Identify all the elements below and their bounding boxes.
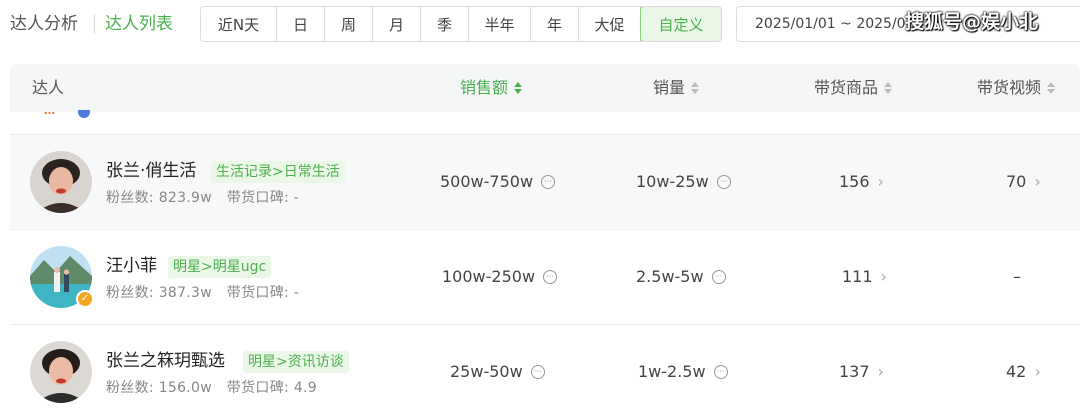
sort-icon[interactable] — [691, 82, 700, 94]
range-promotion[interactable]: 大促 — [579, 7, 641, 41]
category-tag: 明星>明星ugc — [168, 256, 272, 278]
more-icon[interactable]: ··· — [716, 175, 731, 189]
more-icon[interactable]: ··· — [541, 175, 556, 189]
sales-amount-cell: 500w-750w ··· — [440, 170, 556, 194]
influencer-meta: 粉丝数: 156.0w 带货口碑: 4.9 — [106, 378, 317, 398]
rating-label: 带货口碑: — [226, 285, 290, 301]
products-value: 111 — [842, 267, 873, 286]
column-sales-volume[interactable]: 销量 — [653, 76, 700, 100]
range-quarter[interactable]: 季 — [421, 7, 469, 41]
range-day[interactable]: 日 — [277, 7, 325, 41]
top-bar: 达人分析 达人列表 近N天 日 周 月 季 半年 年 大促 自定义 2025/0… — [0, 0, 1080, 48]
sort-icon[interactable] — [884, 82, 893, 94]
range-month[interactable]: 月 — [373, 7, 421, 41]
more-icon[interactable]: ··· — [713, 365, 728, 379]
followers-value: 823.9w — [158, 190, 213, 206]
chevron-right-icon[interactable]: › — [1034, 360, 1040, 384]
table-row[interactable]: 张兰之箖玥甄选 明星>资讯访谈 粉丝数: 156.0w 带货口碑: 4.9 25… — [10, 324, 1080, 418]
videos-cell[interactable]: 42 › — [1006, 360, 1041, 384]
sales-amount-value: 100w-250w — [442, 267, 536, 286]
table-row[interactable]: 张兰·俏生活 生活记录>日常生活 粉丝数: 823.9w 带货口碑: - 500… — [10, 134, 1080, 228]
verified-badge-icon: ✓ — [76, 290, 94, 308]
sort-icon[interactable] — [514, 82, 523, 94]
videos-value: 42 — [1006, 362, 1027, 381]
chevron-right-icon[interactable]: › — [881, 265, 887, 289]
column-sales-volume-label: 销量 — [653, 78, 686, 97]
more-icon[interactable]: ··· — [530, 365, 545, 379]
column-videos-label: 带货视频 — [977, 78, 1042, 97]
watermark: 搜狐号@娱小北 — [905, 11, 1039, 33]
category-tag: 明星>资讯访谈 — [243, 351, 349, 373]
sales-volume-value: 2.5w-5w — [636, 267, 704, 286]
column-influencer: 达人 — [32, 76, 64, 100]
verified-dot-icon — [78, 110, 90, 118]
rating-value: - — [293, 190, 300, 206]
products-cell[interactable]: 137 › — [839, 360, 884, 384]
influencer-meta: 粉丝数: 387.3w 带货口碑: - — [106, 283, 299, 303]
sales-amount-cell: 100w-250w ··· — [442, 265, 558, 289]
followers-label: 粉丝数: — [106, 285, 154, 301]
column-influencer-label: 达人 — [32, 78, 65, 97]
column-products[interactable]: 带货商品 — [814, 76, 893, 100]
range-recent-n-days[interactable]: 近N天 — [201, 7, 277, 41]
products-value: 137 — [839, 362, 870, 381]
column-products-label: 带货商品 — [814, 78, 879, 97]
column-sales-amount[interactable]: 销售额 — [460, 76, 523, 100]
table-row[interactable]: ✓ 汪小菲 明星>明星ugc 粉丝数: 387.3w 带货口碑: - 100w-… — [10, 229, 1080, 323]
table-header: 达人 销售额 销量 带货商品 带货视频 — [10, 64, 1080, 112]
sales-volume-value: 10w-25w — [636, 172, 709, 191]
videos-value: 70 — [1006, 172, 1027, 191]
videos-cell: – — [1013, 265, 1021, 289]
chevron-right-icon[interactable]: › — [878, 360, 884, 384]
sales-amount-value: 500w-750w — [440, 172, 534, 191]
partial-row-logo-text: … — [44, 110, 55, 117]
chevron-right-icon[interactable]: › — [878, 170, 884, 194]
influencer-name[interactable]: 张兰之箖玥甄选 — [106, 349, 225, 373]
breadcrumb-divider — [94, 14, 95, 34]
range-custom[interactable]: 自定义 — [640, 7, 721, 41]
rating-value: - — [293, 285, 300, 301]
avatar[interactable] — [30, 151, 92, 213]
rating-label: 带货口碑: — [226, 190, 290, 206]
range-half-year[interactable]: 半年 — [469, 7, 531, 41]
products-cell[interactable]: 156 › — [839, 170, 884, 194]
influencer-meta: 粉丝数: 823.9w 带货口碑: - — [106, 188, 299, 208]
videos-value: – — [1013, 267, 1021, 286]
sales-amount-value: 25w-50w — [450, 362, 523, 381]
partial-row-logo: … — [44, 110, 94, 120]
range-year[interactable]: 年 — [531, 7, 579, 41]
chevron-right-icon[interactable]: › — [1034, 170, 1040, 194]
sales-volume-cell: 10w-25w ··· — [636, 170, 731, 194]
column-videos[interactable]: 带货视频 — [977, 76, 1056, 100]
followers-label: 粉丝数: — [106, 190, 154, 206]
videos-cell[interactable]: 70 › — [1006, 170, 1041, 194]
date-range-selector: 近N天 日 周 月 季 半年 年 大促 自定义 — [200, 6, 722, 42]
products-cell[interactable]: 111 › — [842, 265, 887, 289]
sales-volume-cell: 1w-2.5w ··· — [638, 360, 728, 384]
more-icon[interactable]: ··· — [711, 270, 726, 284]
influencer-name[interactable]: 汪小菲 — [106, 254, 157, 278]
column-sales-amount-label: 销售额 — [460, 78, 509, 97]
avatar[interactable] — [30, 341, 92, 403]
category-tag: 生活记录>日常生活 — [211, 161, 345, 183]
sales-volume-cell: 2.5w-5w ··· — [636, 265, 726, 289]
sort-icon[interactable] — [1047, 82, 1056, 94]
rating-label: 带货口碑: — [226, 380, 290, 396]
influencer-name[interactable]: 张兰·俏生活 — [106, 159, 196, 183]
sales-volume-value: 1w-2.5w — [638, 362, 706, 381]
breadcrumb-analysis[interactable]: 达人分析 — [10, 12, 78, 36]
sales-amount-cell: 25w-50w ··· — [450, 360, 545, 384]
followers-value: 156.0w — [158, 380, 213, 396]
range-week[interactable]: 周 — [325, 7, 373, 41]
breadcrumb-list[interactable]: 达人列表 — [105, 12, 173, 36]
followers-label: 粉丝数: — [106, 380, 154, 396]
more-icon[interactable]: ··· — [543, 270, 558, 284]
rating-value: 4.9 — [293, 380, 317, 396]
followers-value: 387.3w — [158, 285, 213, 301]
products-value: 156 — [839, 172, 870, 191]
